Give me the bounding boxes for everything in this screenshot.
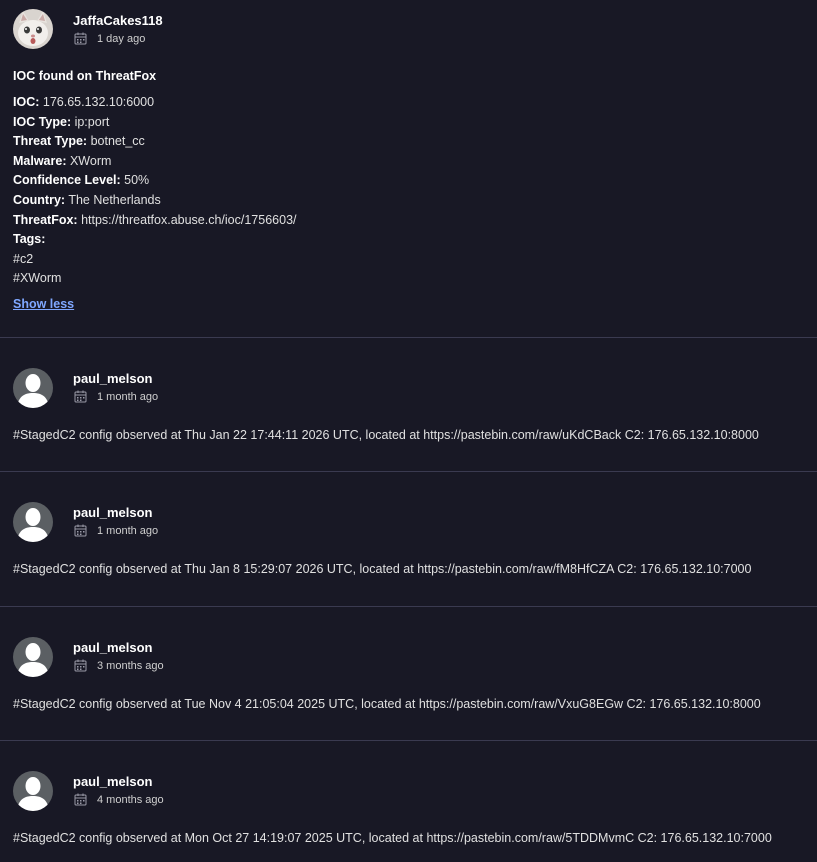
comment: paul_melson 4 months ago #StagedC2 confi…: [0, 741, 817, 862]
username[interactable]: JaffaCakes118: [73, 13, 163, 28]
comment-timestamp: 3 months ago: [74, 659, 164, 672]
field-label: IOC:: [13, 95, 40, 109]
field-label: Tags:: [13, 232, 46, 247]
field-value: The Netherlands: [65, 192, 161, 207]
field-label: Malware:: [13, 153, 67, 168]
time-ago: 4 months ago: [97, 793, 164, 806]
comment: JaffaCakes118 1 day ago IOC found on Thr…: [0, 0, 817, 338]
comment-body: IOC found on ThreatFox IOC: 176.65.132.1…: [13, 68, 807, 311]
show-less-link[interactable]: Show less: [13, 297, 74, 311]
username[interactable]: paul_melson: [73, 774, 152, 789]
field-value: botnet_cc: [87, 134, 145, 149]
comment-body: #StagedC2 config observed at Mon Oct 27 …: [13, 831, 772, 845]
malware-field: Malware: XWorm: [13, 152, 807, 172]
field-value: ip:port: [71, 114, 110, 129]
time-ago: 1 month ago: [97, 390, 159, 403]
time-ago: 1 month ago: [97, 524, 159, 537]
comment-body: #StagedC2 config observed at Tue Nov 4 2…: [13, 697, 761, 711]
username[interactable]: paul_melson: [73, 505, 152, 520]
user-avatar[interactable]: [13, 9, 53, 49]
field-label: ThreatFox:: [13, 212, 78, 227]
field-value: 176.65.132.10:6000: [39, 95, 155, 109]
confidence-field: Confidence Level: 50%: [13, 171, 807, 191]
field-label: Threat Type:: [13, 134, 88, 149]
comments-feed: JaffaCakes118 1 day ago IOC found on Thr…: [0, 0, 817, 862]
field-value: 50%: [120, 173, 150, 188]
time-ago: 1 day ago: [97, 32, 146, 45]
ioc-type-field: IOC Type: ip:port: [13, 113, 807, 133]
comment: paul_melson 3 months ago #StagedC2 confi…: [0, 607, 817, 741]
time-ago: 3 months ago: [97, 659, 164, 672]
tag: #c2: [13, 251, 34, 266]
calendar-icon: [74, 659, 87, 672]
threatfox-field: ThreatFox: https://threatfox.abuse.ch/io…: [13, 211, 807, 231]
field-label: Confidence Level:: [13, 173, 121, 188]
ioc-title: IOC found on ThreatFox: [13, 69, 157, 83]
comment: paul_melson 1 month ago #StagedC2 config…: [0, 338, 817, 472]
comment-timestamp: 1 month ago: [74, 390, 158, 403]
threat-type-field: Threat Type: botnet_cc: [13, 132, 807, 152]
ioc-field: IOC: 176.65.132.10:6000: [13, 93, 807, 113]
comment-timestamp: 4 months ago: [74, 793, 164, 806]
user-avatar[interactable]: [13, 637, 53, 677]
comment-body: #StagedC2 config observed at Thu Jan 8 1…: [13, 562, 752, 576]
calendar-icon: [74, 793, 87, 806]
user-avatar[interactable]: [13, 502, 53, 542]
calendar-icon: [74, 32, 87, 45]
username[interactable]: paul_melson: [73, 371, 152, 386]
calendar-icon: [74, 390, 87, 403]
tag: #XWorm: [13, 271, 62, 286]
user-avatar[interactable]: [13, 368, 53, 408]
username[interactable]: paul_melson: [73, 640, 152, 655]
user-avatar[interactable]: [13, 771, 53, 811]
tags-field: Tags:: [13, 230, 807, 250]
comment-body: #StagedC2 config observed at Thu Jan 22 …: [13, 428, 759, 442]
field-label: IOC Type:: [13, 114, 72, 129]
field-value: https://threatfox.abuse.ch/ioc/1756603/: [77, 212, 297, 227]
comment: paul_melson 1 month ago #StagedC2 config…: [0, 472, 817, 607]
country-field: Country: The Netherlands: [13, 191, 807, 211]
calendar-icon: [74, 524, 87, 537]
comment-timestamp: 1 month ago: [74, 524, 158, 537]
field-label: Country:: [13, 192, 66, 207]
comment-timestamp: 1 day ago: [74, 32, 145, 45]
field-value: XWorm: [66, 153, 112, 168]
